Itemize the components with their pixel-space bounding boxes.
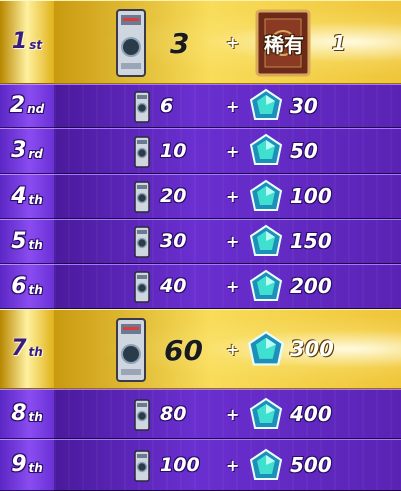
- rank-suffix: th: [28, 237, 43, 252]
- reward-row-5: 30 + 150: [54, 219, 401, 264]
- rank-suffix: th: [28, 192, 43, 207]
- rank-cell-9: 9 th: [0, 439, 62, 491]
- rank-cell-4: 4 th: [0, 174, 62, 219]
- reward-row-1: 3 + 稀有 1: [54, 0, 401, 84]
- rank-number: 2: [9, 93, 26, 118]
- rank-suffix: rd: [28, 147, 43, 161]
- ranking-rewards-board: 1 st 2 nd 3 rd 4 th 5 th 6 th 7 th 8 th: [0, 0, 401, 491]
- card-quantity: 40: [160, 275, 187, 297]
- card-quantity: 30: [160, 230, 187, 252]
- rank-suffix: th: [28, 282, 43, 297]
- plus-sign: +: [226, 340, 240, 359]
- card-pack-icon: [134, 271, 150, 303]
- rank-cell-5: 5 th: [0, 219, 62, 264]
- rank-cell-1: 1 st: [0, 0, 62, 84]
- gem-quantity: 150: [290, 229, 332, 253]
- card-quantity: 60: [164, 334, 203, 367]
- gem-quantity: 100: [290, 184, 332, 208]
- plus-sign: +: [226, 232, 240, 251]
- rank-number: 6: [11, 273, 27, 299]
- rank-suffix: th: [28, 461, 43, 475]
- gem-quantity: 30: [290, 94, 318, 118]
- reward-row-2: 6 + 30: [54, 84, 401, 128]
- rank-suffix: nd: [27, 102, 45, 116]
- card-quantity: 6: [160, 95, 174, 117]
- rank-suffix: th: [28, 410, 43, 424]
- card-pack-icon: [134, 450, 150, 482]
- card-quantity: 10: [160, 140, 187, 162]
- card-quantity: 100: [160, 454, 200, 476]
- gem-icon: [249, 269, 283, 301]
- card-pack-icon: [134, 181, 150, 213]
- gem-icon: [249, 133, 283, 165]
- rare-quantity: 1: [332, 31, 346, 55]
- rank-number: 4: [11, 183, 27, 209]
- plus-sign: +: [226, 277, 240, 296]
- plus-sign: +: [226, 456, 240, 475]
- card-pack-icon: [134, 136, 150, 168]
- rank-cell-7: 7 th: [0, 309, 62, 389]
- gem-quantity: 50: [290, 139, 318, 163]
- reward-row-6: 40 + 200: [54, 264, 401, 309]
- rank-number: 3: [11, 138, 27, 163]
- plus-sign: +: [226, 142, 240, 161]
- rank-cell-2: 2 nd: [0, 84, 62, 128]
- gem-icon: [249, 179, 283, 211]
- card-pack-icon: [134, 91, 150, 123]
- rank-suffix: st: [29, 38, 43, 52]
- rank-suffix: th: [28, 345, 43, 359]
- gem-icon: [249, 448, 283, 480]
- plus-sign: +: [226, 33, 240, 52]
- card-pack-icon: [134, 226, 150, 258]
- card-pack-icon: [134, 399, 150, 431]
- rank-cell-3: 3 rd: [0, 128, 62, 174]
- rank-number: 7: [11, 336, 27, 361]
- plus-sign: +: [226, 405, 240, 424]
- card-pack-icon: [116, 318, 146, 382]
- gem-icon: [249, 397, 283, 429]
- gem-quantity: 400: [290, 402, 332, 426]
- card-pack-icon: [116, 9, 146, 77]
- rare-label: 稀有: [264, 33, 304, 57]
- gem-quantity: 300: [290, 337, 334, 361]
- rank-cell-6: 6 th: [0, 264, 62, 309]
- rank-number: 8: [11, 401, 27, 426]
- rank-number: 5: [11, 228, 27, 254]
- rank-column: 1 st 2 nd 3 rd 4 th 5 th 6 th 7 th 8 th: [0, 0, 62, 491]
- reward-row-4: 20 + 100: [54, 174, 401, 219]
- rank-number: 1: [11, 29, 28, 54]
- rank-cell-8: 8 th: [0, 389, 62, 439]
- reward-row-8: 80 + 400: [54, 389, 401, 439]
- reward-row-7: 60 + 300: [54, 309, 401, 389]
- plus-sign: +: [226, 97, 240, 116]
- card-quantity: 20: [160, 185, 187, 207]
- gem-icon: [249, 224, 283, 256]
- reward-row-3: 10 + 50: [54, 128, 401, 174]
- gem-quantity: 500: [290, 453, 332, 477]
- rank-number: 9: [11, 452, 27, 477]
- gem-icon: [249, 88, 283, 120]
- gem-quantity: 200: [290, 274, 332, 298]
- card-quantity: 80: [160, 403, 187, 425]
- reward-row-9: 100 + 500: [54, 439, 401, 491]
- gem-icon: [248, 330, 284, 366]
- plus-sign: +: [226, 187, 240, 206]
- card-quantity: 3: [170, 27, 190, 60]
